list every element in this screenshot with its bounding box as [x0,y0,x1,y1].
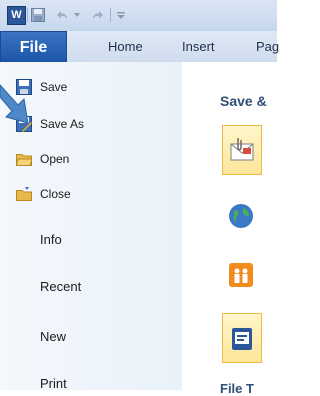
menu-save[interactable]: Save [16,76,68,98]
undo-dropdown-icon[interactable] [73,11,81,19]
pointer-arrow-icon [0,84,29,124]
customize-toolbar-icon[interactable] [116,10,126,20]
save-and-send-heading: Save & [220,93,267,109]
word-app-icon[interactable]: W [7,6,26,25]
tab-page-layout[interactable]: Pag [256,31,279,62]
section-print[interactable]: Print [40,376,67,391]
menu-close-label: Close [40,187,71,201]
change-file-type-tile[interactable] [222,313,262,363]
web-globe-icon[interactable] [228,203,254,229]
undo-icon[interactable] [54,8,70,24]
ribbon-tab-row: File Home Insert Pag [0,31,279,63]
menu-save-as-label: Save As [40,117,85,131]
toolbar-separator [110,8,111,22]
close-folder-icon [16,187,32,201]
send-using-email-tile[interactable] [222,125,262,175]
tab-home[interactable]: Home [108,31,143,62]
title-bar: W [0,0,277,31]
document-icon [232,328,252,350]
section-info[interactable]: Info [40,232,62,247]
tab-file[interactable]: File [0,31,67,62]
menu-open[interactable]: Open [16,148,70,170]
open-folder-icon [16,154,32,166]
email-attachment-icon [230,138,254,161]
tab-insert[interactable]: Insert [182,31,215,62]
menu-close[interactable]: Close [16,183,71,205]
menu-save-label: Save [40,80,68,94]
quick-save-icon[interactable] [31,8,45,22]
toolbar-separator [27,8,28,22]
section-recent[interactable]: Recent [40,279,81,294]
backstage-content: Save & File T [182,62,277,396]
sharepoint-site-icon[interactable] [228,262,254,288]
file-types-heading: File T [220,381,254,396]
menu-open-label: Open [40,152,70,166]
section-new[interactable]: New [40,329,66,344]
menu-save-as[interactable]: Save As [16,113,85,135]
redo-icon[interactable] [90,8,106,24]
